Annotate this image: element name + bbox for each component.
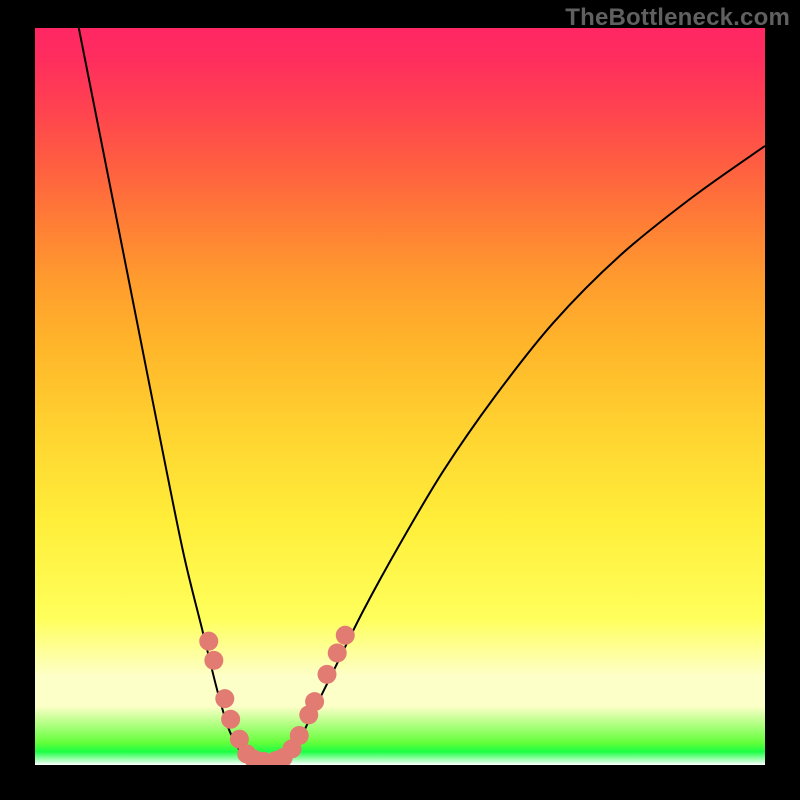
marker-group [199, 626, 355, 765]
data-marker [290, 726, 309, 745]
data-marker [221, 710, 240, 729]
curve-svg [35, 28, 765, 765]
watermark-text: TheBottleneck.com [565, 4, 790, 32]
data-marker [204, 651, 223, 670]
data-marker [305, 692, 324, 711]
data-marker [318, 665, 337, 684]
data-marker [215, 689, 234, 708]
data-marker [328, 643, 347, 662]
data-marker [199, 632, 218, 651]
bottleneck-curve [79, 28, 765, 764]
data-marker [336, 626, 355, 645]
chart-frame: TheBottleneck.com [0, 0, 800, 800]
plot-area [35, 28, 765, 765]
